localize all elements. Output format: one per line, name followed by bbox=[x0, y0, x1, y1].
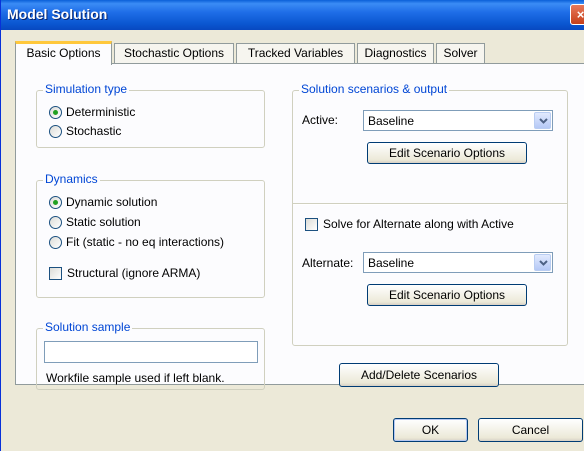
solution-sample-group: Solution sample Workfile sample used if … bbox=[36, 320, 265, 390]
solution-sample-legend: Solution sample bbox=[43, 320, 133, 334]
tab-stochastic-options[interactable]: Stochastic Options bbox=[114, 43, 234, 63]
radio-static-solution[interactable]: Static solution bbox=[49, 215, 141, 229]
radio-fit-static[interactable]: Fit (static - no eq interactions) bbox=[49, 235, 224, 249]
section-divider bbox=[293, 203, 567, 205]
active-label: Active: bbox=[302, 113, 339, 127]
title-bar: Model Solution × bbox=[1, 0, 584, 30]
checkbox-unchecked-icon bbox=[305, 217, 318, 231]
tab-diagnostics[interactable]: Diagnostics bbox=[357, 43, 434, 63]
radio-unselected-icon bbox=[49, 235, 62, 249]
solution-sample-input[interactable] bbox=[44, 341, 258, 363]
structural-checkbox[interactable]: Structural (ignore ARMA) bbox=[49, 266, 200, 280]
radio-static-solution-label: Static solution bbox=[66, 215, 141, 229]
alternate-label: Alternate: bbox=[302, 256, 354, 270]
solve-alternate-checkbox[interactable]: Solve for Alternate along with Active bbox=[305, 217, 514, 231]
active-scenario-select[interactable]: Baseline bbox=[363, 110, 553, 131]
alternate-scenario-select[interactable]: Baseline bbox=[363, 252, 553, 273]
solution-sample-note: Workfile sample used if left blank. bbox=[46, 371, 225, 385]
scenarios-group: Solution scenarios & output Active: Base… bbox=[292, 82, 568, 346]
radio-dynamic-solution[interactable]: Dynamic solution bbox=[49, 195, 157, 209]
radio-dynamic-solution-label: Dynamic solution bbox=[66, 195, 158, 209]
dynamics-legend: Dynamics bbox=[43, 172, 100, 186]
solve-alternate-label: Solve for Alternate along with Active bbox=[323, 217, 514, 231]
radio-fit-static-label: Fit (static - no eq interactions) bbox=[66, 235, 225, 249]
simulation-type-legend: Simulation type bbox=[43, 82, 130, 96]
radio-stochastic-label: Stochastic bbox=[66, 124, 122, 138]
basic-options-panel: Simulation type Deterministic Stochastic… bbox=[15, 63, 584, 390]
cancel-button[interactable]: Cancel bbox=[478, 418, 583, 442]
radio-deterministic-label: Deterministic bbox=[66, 105, 136, 119]
model-solution-dialog: Model Solution × Basic Options Stochasti… bbox=[0, 0, 584, 451]
alternate-scenario-value: Baseline bbox=[368, 256, 415, 270]
edit-active-scenario-button[interactable]: Edit Scenario Options bbox=[367, 142, 527, 164]
radio-selected-icon bbox=[49, 105, 62, 119]
checkbox-unchecked-icon bbox=[49, 266, 62, 280]
edit-alternate-scenario-button[interactable]: Edit Scenario Options bbox=[367, 284, 527, 306]
radio-stochastic[interactable]: Stochastic bbox=[49, 124, 121, 138]
window-title: Model Solution bbox=[7, 6, 108, 22]
radio-unselected-icon bbox=[49, 215, 62, 229]
close-button[interactable]: × bbox=[570, 4, 584, 25]
tab-tracked-variables[interactable]: Tracked Variables bbox=[236, 43, 355, 63]
tab-basic-options[interactable]: Basic Options bbox=[15, 41, 112, 65]
chevron-down-icon[interactable] bbox=[534, 254, 551, 271]
radio-deterministic[interactable]: Deterministic bbox=[49, 105, 135, 119]
tab-solver[interactable]: Solver bbox=[436, 43, 485, 63]
structural-checkbox-label: Structural (ignore ARMA) bbox=[67, 266, 201, 280]
radio-selected-icon bbox=[49, 195, 62, 209]
active-scenario-value: Baseline bbox=[368, 114, 415, 128]
chevron-down-icon[interactable] bbox=[534, 112, 551, 129]
simulation-type-group: Simulation type Deterministic Stochastic bbox=[36, 82, 265, 148]
ok-button[interactable]: OK bbox=[393, 418, 468, 442]
dynamics-group: Dynamics Dynamic solution Static solutio… bbox=[36, 172, 265, 298]
scenarios-legend: Solution scenarios & output bbox=[299, 82, 450, 96]
add-delete-scenarios-button[interactable]: Add/Delete Scenarios bbox=[339, 363, 499, 387]
radio-unselected-icon bbox=[49, 124, 62, 138]
